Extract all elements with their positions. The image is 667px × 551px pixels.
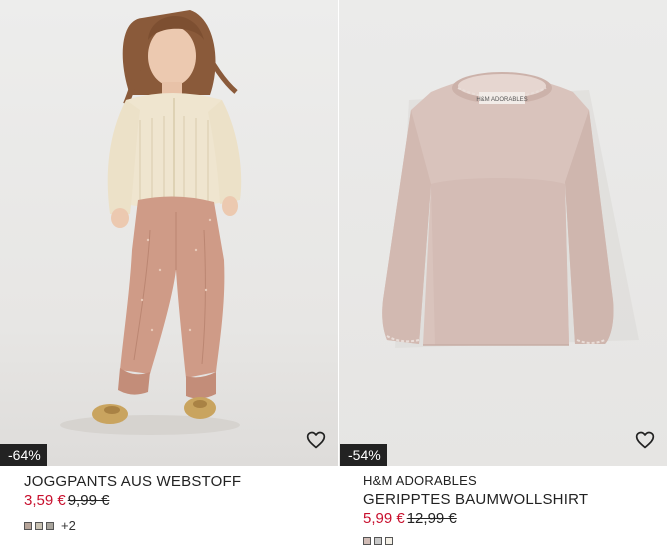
product-card[interactable]: -64% JOGGPANTS AUS WEBSTOFF 3,59 €9,99 €… bbox=[0, 0, 338, 532]
product-photo: H&M ADORABLES bbox=[382, 72, 639, 348]
svg-text:H&M ADORABLES: H&M ADORABLES bbox=[476, 97, 527, 103]
product-card[interactable]: H&M ADORABLES -54% H&M ADORABLES GERIPPT… bbox=[339, 0, 667, 545]
color-swatch[interactable] bbox=[385, 537, 393, 545]
more-colors-count[interactable]: +2 bbox=[61, 519, 76, 532]
color-swatch[interactable] bbox=[46, 522, 54, 530]
product-price: 3,59 €9,99 € bbox=[24, 492, 338, 510]
sale-price: 5,99 € bbox=[363, 510, 405, 527]
color-swatch[interactable] bbox=[35, 522, 43, 530]
product-grid: -64% JOGGPANTS AUS WEBSTOFF 3,59 €9,99 €… bbox=[0, 0, 667, 551]
product-photo bbox=[60, 10, 242, 435]
product-title[interactable]: GERIPPTES BAUMWOLLSHIRT bbox=[363, 491, 667, 509]
original-price: 9,99 € bbox=[67, 492, 110, 509]
product-info: JOGGPANTS AUS WEBSTOFF 3,59 €9,99 € +2 bbox=[0, 473, 338, 532]
color-swatches bbox=[363, 537, 667, 545]
product-image[interactable]: -64% bbox=[0, 0, 338, 466]
product-image[interactable]: H&M ADORABLES -54% bbox=[339, 0, 667, 466]
heart-outline-icon[interactable] bbox=[306, 430, 326, 450]
heart-outline-icon[interactable] bbox=[635, 430, 655, 450]
product-title[interactable]: JOGGPANTS AUS WEBSTOFF bbox=[24, 473, 338, 491]
discount-badge: -64% bbox=[0, 444, 47, 466]
product-brand: H&M ADORABLES bbox=[363, 473, 477, 488]
product-price: 5,99 €12,99 € bbox=[363, 510, 667, 528]
color-swatches: +2 bbox=[24, 519, 338, 532]
color-swatch[interactable] bbox=[363, 537, 371, 545]
product-info: H&M ADORABLES GERIPPTES BAUMWOLLSHIRT 5,… bbox=[339, 473, 667, 545]
original-price: 12,99 € bbox=[406, 510, 457, 527]
color-swatch[interactable] bbox=[374, 537, 382, 545]
sale-price: 3,59 € bbox=[24, 492, 66, 509]
discount-badge: -54% bbox=[340, 444, 387, 466]
color-swatch[interactable] bbox=[24, 522, 32, 530]
